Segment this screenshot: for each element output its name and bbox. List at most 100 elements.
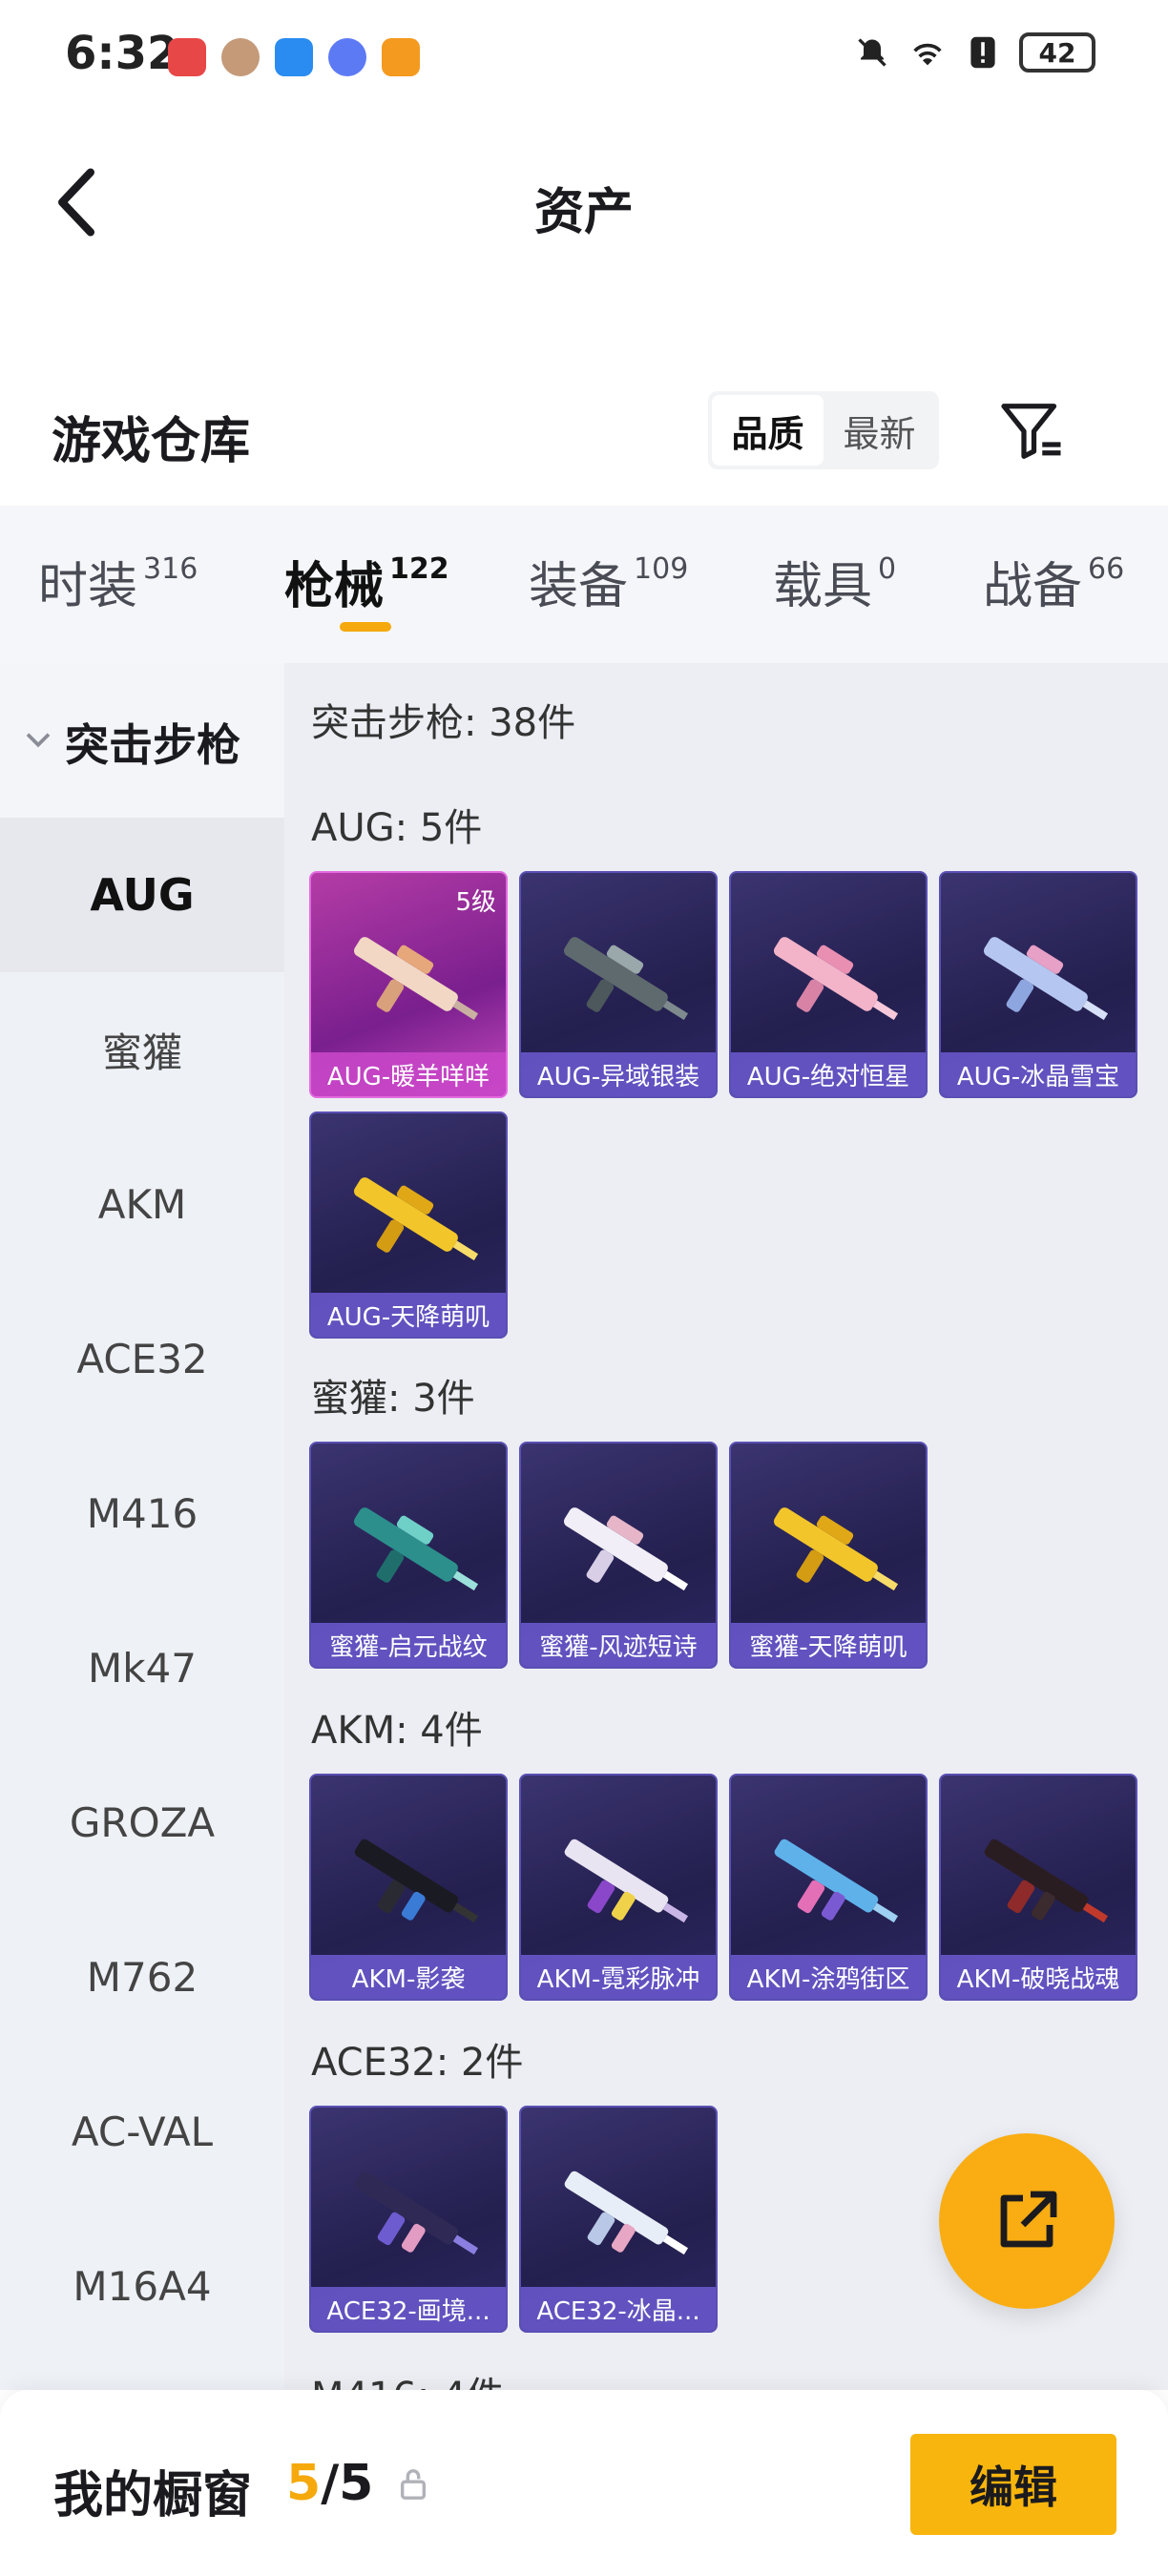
gun-skin-icon [353,1177,479,1261]
category-title-honey-badger: 蜜獾: 3件 [311,1377,475,1421]
weapon-card[interactable]: AUG-异域银装 [519,871,718,1098]
weapon-card[interactable]: 5级 AUG-暖羊咩咩 [309,871,508,1098]
tab-label: 枪械 [284,558,385,615]
gun-skin-icon [563,1507,689,1591]
sidebar-item-m16a4[interactable]: M16A4 [0,2209,284,2363]
card-label: AKM-涂鸦街区 [731,1955,926,1999]
tab-vehicles[interactable]: 载具 0 [773,546,896,617]
tab-weapons[interactable]: 枪械 122 [284,546,449,617]
weapon-card[interactable]: AKM-破晓战魂 [939,1774,1137,2001]
chevron-down-icon [26,733,51,748]
tab-label: 时装 [38,558,138,615]
weapon-card[interactable]: ACE32-画境... [309,2106,508,2333]
weapon-card[interactable]: AKM-影袭 [309,1774,508,2001]
gun-skin-icon [983,937,1109,1021]
card-label: AUG-异域银装 [521,1052,716,1096]
card-label: AUG-绝对恒星 [731,1052,926,1096]
status-bar: 6:32 42 [0,0,1168,114]
tab-label: 战备 [983,558,1083,615]
card-label: ACE32-冰晶... [521,2287,716,2331]
filter-button[interactable] [992,393,1069,469]
summary-title: 突击步枪: 38件 [311,701,576,745]
warehouse-title: 游戏仓库 [52,413,251,470]
share-button[interactable] [939,2133,1115,2309]
header: 资产 [0,143,1168,267]
card-label: 蜜獾-启元战纹 [311,1623,506,1667]
status-right: 42 [853,32,1095,73]
wifi-icon [908,33,947,72]
tab-count: 316 [143,552,198,586]
tab-count: 0 [878,552,897,586]
gun-skin-icon [353,1507,479,1591]
sort-toggle: 品质 最新 [708,391,939,469]
tab-outfits[interactable]: 时装 316 [38,546,198,617]
weapon-card[interactable]: 蜜獾-启元战纹 [309,1442,508,1669]
active-tab-indicator [340,622,391,632]
card-label: AUG-冰晶雪宝 [941,1052,1136,1096]
weather-app-icon [275,38,313,76]
tab-supplies[interactable]: 战备 66 [983,546,1124,617]
gun-skin-icon [773,937,899,1021]
tab-count: 109 [634,552,689,586]
showcase-count: 5/5 [286,2455,373,2512]
sort-latest-option[interactable]: 最新 [824,395,935,466]
card-label: ACE32-画境... [311,2287,506,2331]
sidebar-item-ac-val[interactable]: AC-VAL [0,2054,284,2209]
weapon-card[interactable]: AUG-天降萌叽 [309,1111,508,1339]
edit-button[interactable]: 编辑 [910,2434,1116,2535]
gun-skin-icon [354,1839,479,1923]
sidebar-item-m416[interactable]: M416 [0,1436,284,1590]
lock-icon[interactable] [399,2468,428,2501]
weapon-card[interactable]: 蜜獾-天降萌叽 [729,1442,928,1669]
gun-skin-icon [354,2171,479,2255]
filter-icon [1001,404,1061,459]
sidebar-item-akm[interactable]: AKM [0,1127,284,1281]
card-label: AKM-破晓战魂 [941,1955,1136,1999]
sort-quality-option[interactable]: 品质 [712,395,824,466]
tab-label: 装备 [529,558,629,615]
weapon-grid-area: 突击步枪: 38件 AUG: 5件 5级 AUG-暖羊咩咩 AUG-异域银装 A… [284,663,1168,2390]
category-title-akm: AKM: 4件 [311,1709,483,1753]
category-title-m416: M416: 4件 [311,2365,505,2390]
gun-skin-icon [563,937,689,1021]
card-label: AUG-天降萌叽 [311,1293,506,1337]
category-title-aug: AUG: 5件 [311,806,483,850]
gun-skin-icon [774,1839,899,1923]
sidebar-item-mk47[interactable]: Mk47 [0,1590,284,1745]
category-tabs: 时装 316 枪械 122 装备 109 载具 0 战备 66 [0,506,1168,663]
card-label: 蜜獾-风迹短诗 [521,1623,716,1667]
weapon-card[interactable]: ACE32-冰晶... [519,2106,718,2333]
weapon-card[interactable]: AKM-霓彩脉冲 [519,1774,718,2001]
card-label: AKM-霓彩脉冲 [521,1955,716,1999]
showcase-current: 5 [286,2455,322,2512]
status-time: 6:32 [65,27,179,80]
tab-equipment[interactable]: 装备 109 [529,546,688,617]
sidebar-item-honey-badger[interactable]: 蜜獾 [0,972,284,1127]
sidebar-item-groza[interactable]: GROZA [0,1745,284,1900]
music-app-icon [328,38,366,76]
sidebar-item-m762[interactable]: M762 [0,1900,284,2054]
showcase-total: /5 [321,2455,374,2512]
weapon-sidebar: 突击步枪 AUG 蜜獾 AKM ACE32 M416 Mk47 GROZA M7… [0,663,284,2390]
mute-bell-icon [853,33,891,72]
gun-skin-icon [984,1839,1109,1923]
sidebar-item-aug[interactable]: AUG [0,818,284,972]
sidebar-group-label: 突击步枪 [65,719,240,771]
sidebar-item-ace32[interactable]: ACE32 [0,1281,284,1436]
weapon-card[interactable]: AUG-冰晶雪宝 [939,871,1137,1098]
gun-skin-icon [353,937,479,1021]
status-app-icons [168,38,420,76]
weapon-card[interactable]: 蜜獾-风迹短诗 [519,1442,718,1669]
tab-count: 66 [1088,552,1125,586]
battery-indicator: 42 [1019,32,1095,73]
category-title-ace32: ACE32: 2件 [311,2041,524,2085]
weapon-card[interactable]: AUG-绝对恒星 [729,871,928,1098]
card-label: 蜜獾-天降萌叽 [731,1623,926,1667]
page-title: 资产 [533,184,634,241]
weapon-card[interactable]: AKM-涂鸦街区 [729,1774,928,2001]
sidebar-group-assault-rifles[interactable]: 突击步枪 [0,663,284,818]
huawei-app-icon [168,38,206,76]
tab-count: 122 [389,552,449,586]
card-label: AKM-影袭 [311,1955,506,1999]
share-icon [1000,2191,1057,2248]
